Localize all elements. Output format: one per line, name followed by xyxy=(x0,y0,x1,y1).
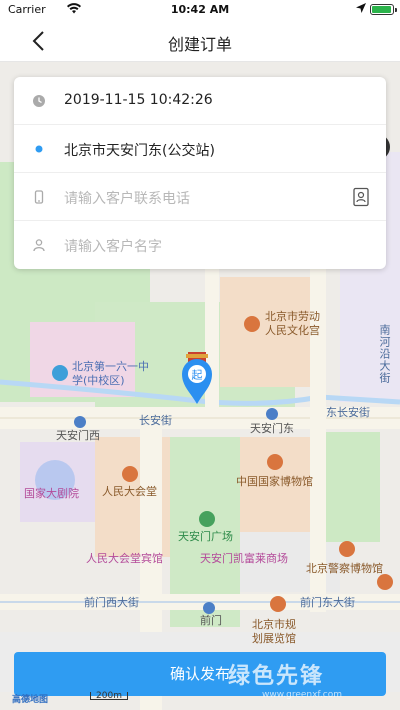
map-scale: 200m xyxy=(90,692,128,701)
watermark-sub: www.greenxf.com xyxy=(262,690,343,700)
clock: 10:42 AM xyxy=(170,3,230,16)
battery-icon xyxy=(370,4,397,15)
location-value: 北京市天安门东(公交站) xyxy=(64,143,215,159)
marker-label: 起 xyxy=(192,369,203,382)
poi-planning-hall[interactable]: 北京市规 划展览馆 xyxy=(252,618,296,646)
phone-icon xyxy=(34,190,44,204)
location-arrow-icon xyxy=(356,3,366,13)
poi-police-museum[interactable]: 北京警察博物馆 xyxy=(306,562,383,576)
amap-logo: 高德地图 xyxy=(12,695,49,705)
watermark: 绿色先锋 xyxy=(228,664,325,689)
poi-kempinski[interactable]: 天安门凯富莱商场 xyxy=(200,552,288,566)
page-title: 创建订单 xyxy=(167,35,232,54)
road-nanheyan: 南河沿大街 xyxy=(378,324,391,384)
poi-national-museum[interactable]: 中国国家博物馆 xyxy=(236,475,313,489)
start-marker-icon: 起 xyxy=(182,352,212,404)
order-form-card: 2019-11-15 10:42:26 北京市天安门东(公交站) 请输入客户联系… xyxy=(14,77,386,269)
name-row[interactable]: 请输入客户名字 xyxy=(14,221,386,269)
status-bar: Carrier 10:42 AM xyxy=(0,0,400,20)
datetime-row[interactable]: 2019-11-15 10:42:26 xyxy=(14,77,386,125)
contacts-book-icon[interactable] xyxy=(352,187,370,207)
poi-qianmen[interactable]: 前门 xyxy=(200,614,222,628)
road-chang-an: 长安街 xyxy=(139,414,172,427)
datetime-value: 2019-11-15 10:42:26 xyxy=(64,92,213,108)
road-qianmen-west: 前门西大街 xyxy=(84,596,139,609)
location-row[interactable]: 北京市天安门东(公交站) xyxy=(14,125,386,173)
poi-great-hall-hotel[interactable]: 人民大会堂宾馆 xyxy=(86,552,163,566)
nav-bar: 创建订单 xyxy=(0,20,400,62)
phone-row[interactable]: 请输入客户联系电话 xyxy=(14,173,386,221)
poi-school[interactable]: 北京第一六一中 学(中校区) xyxy=(72,360,149,388)
road-qianmen-east: 前门东大街 xyxy=(300,596,355,609)
person-icon xyxy=(33,239,45,252)
poi-square[interactable]: 天安门广场 xyxy=(178,530,233,544)
poi-tiananmen-west[interactable]: 天安门西 xyxy=(56,429,100,443)
poi-great-hall[interactable]: 人民大会堂 xyxy=(102,485,157,499)
poi-labor-palace[interactable]: 北京市劳动 人民文化宫 xyxy=(265,310,320,338)
location-dot-icon xyxy=(35,145,43,153)
road-east-chang-an: 东长安街 xyxy=(326,406,370,419)
clock-icon xyxy=(33,95,45,107)
name-input[interactable]: 请输入客户名字 xyxy=(64,236,162,256)
poi-tiananmen-east[interactable]: 天安门东 xyxy=(250,422,294,436)
poi-national-theatre[interactable]: 国家大剧院 xyxy=(24,487,79,501)
phone-input[interactable]: 请输入客户联系电话 xyxy=(64,188,190,208)
